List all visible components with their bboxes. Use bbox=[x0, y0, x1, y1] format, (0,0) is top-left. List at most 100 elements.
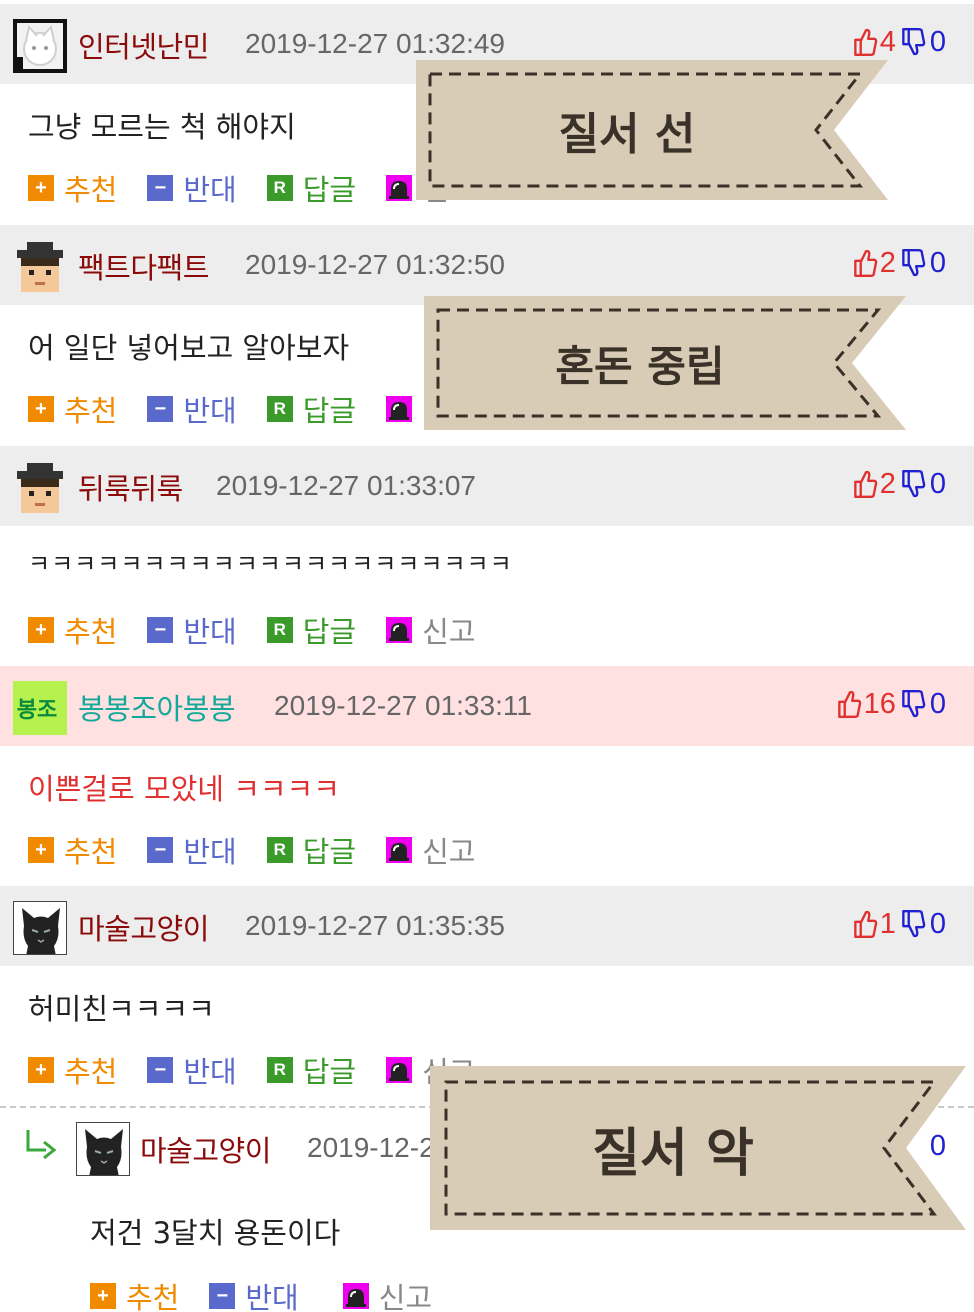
reply-r-icon: R bbox=[266, 837, 293, 863]
oppose-label: 반대 bbox=[183, 394, 237, 428]
comment-text: 저건 3달치 용돈이다 bbox=[90, 1216, 341, 1250]
siren-icon bbox=[386, 1057, 412, 1083]
minus-icon: − bbox=[147, 175, 174, 201]
oppose-button[interactable]: − 반대 bbox=[209, 1275, 299, 1312]
oppose-button[interactable]: − 반대 bbox=[147, 829, 237, 871]
alignment-banner: 질서 악 bbox=[430, 1066, 966, 1230]
alignment-banner: 혼돈 중립 bbox=[424, 296, 906, 430]
comment-date: 2019-12-27 01:32:49 bbox=[245, 28, 505, 59]
reply-r-icon: R bbox=[266, 1057, 293, 1083]
thumbs-up-icon[interactable] bbox=[852, 469, 878, 499]
report-button[interactable]: 신고 bbox=[386, 609, 476, 651]
reply-label: 답글 bbox=[302, 394, 357, 428]
minus-icon: − bbox=[147, 1057, 174, 1083]
thumbs-up-icon[interactable] bbox=[852, 248, 878, 278]
comment-text: 어 일단 넣어보고 알아보자 bbox=[28, 331, 350, 365]
reply-button[interactable]: R 답글 bbox=[266, 388, 357, 430]
reply-r-icon: R bbox=[266, 617, 293, 643]
reply-button[interactable]: R 답글 bbox=[266, 167, 356, 209]
comment-date: 2019-12-2 bbox=[307, 1132, 435, 1163]
report-label: 신고 bbox=[422, 615, 476, 649]
avatar[interactable] bbox=[13, 901, 67, 955]
reply-button[interactable]: R 답글 bbox=[266, 1049, 357, 1091]
oppose-button[interactable]: − 반대 bbox=[147, 167, 237, 209]
reply-button[interactable]: R 답글 bbox=[266, 829, 356, 871]
recommend-button[interactable]: + 추천 bbox=[28, 1049, 117, 1091]
thumbs-up-icon[interactable] bbox=[836, 689, 862, 719]
recommend-button[interactable]: + 추천 bbox=[28, 388, 117, 430]
comment-header: 마술고양이 2019-12-27 01:35:35 1 0 bbox=[0, 886, 974, 966]
plus-icon: + bbox=[28, 1057, 54, 1083]
vote-counts: 16 0 bbox=[836, 684, 946, 724]
plus-icon: + bbox=[28, 617, 54, 643]
down-count: 0 bbox=[929, 246, 946, 279]
alignment-banner: 질서 선 bbox=[416, 60, 888, 200]
oppose-button[interactable]: − 반대 bbox=[147, 388, 237, 430]
comment-header: 뒤룩뒤룩 2019-12-27 01:33:07 2 0 bbox=[0, 446, 974, 526]
banner-label: 혼돈 중립 bbox=[555, 341, 725, 391]
nickname[interactable]: 마술고양이 bbox=[78, 906, 209, 948]
comment-text: ㅋㅋㅋㅋㅋㅋㅋㅋㅋㅋㅋㅋㅋㅋㅋㅋㅋㅋㅋㅋㅋ bbox=[28, 550, 513, 578]
siren-icon bbox=[386, 175, 412, 201]
recommend-label: 추천 bbox=[64, 173, 118, 207]
avatar[interactable] bbox=[76, 1122, 130, 1176]
recommend-button[interactable]: + 추천 bbox=[28, 829, 117, 871]
thumbs-down-icon[interactable] bbox=[900, 469, 926, 499]
siren-icon bbox=[386, 837, 412, 863]
nickname[interactable]: 팩트다팩트 bbox=[78, 245, 209, 287]
reply-label: 답글 bbox=[302, 615, 357, 649]
nickname[interactable]: 마술고양이 bbox=[140, 1128, 271, 1170]
avatar[interactable] bbox=[13, 19, 67, 73]
siren-icon bbox=[386, 396, 412, 422]
comment-header: 팩트다팩트 2019-12-27 01:32:50 2 0 bbox=[0, 225, 974, 305]
report-button[interactable]: 신고 bbox=[386, 829, 476, 871]
oppose-label: 반대 bbox=[183, 1055, 237, 1089]
report-button[interactable]: 신고 bbox=[343, 1275, 432, 1312]
recommend-button[interactable]: + 추천 bbox=[90, 1275, 179, 1312]
recommend-button[interactable]: + 추천 bbox=[28, 167, 117, 209]
up-count: 16 bbox=[863, 687, 896, 720]
nickname[interactable]: 인터넷난민 bbox=[78, 24, 209, 66]
down-count: 0 bbox=[929, 907, 946, 940]
avatar[interactable] bbox=[13, 461, 67, 515]
vote-counts: 2 0 bbox=[852, 243, 946, 283]
thumbs-up-icon[interactable] bbox=[852, 909, 878, 939]
avatar[interactable] bbox=[13, 240, 67, 294]
minus-icon: − bbox=[209, 1283, 236, 1309]
down-count: 0 bbox=[929, 25, 946, 58]
vote-counts: 1 0 bbox=[852, 904, 946, 944]
report-label: 신고 bbox=[422, 835, 476, 869]
minus-icon: − bbox=[147, 837, 174, 863]
recommend-label: 추천 bbox=[64, 615, 118, 649]
comment-text: 그냥 모르는 척 해야지 bbox=[28, 110, 296, 144]
comment-header: 봉조 봉봉조아봉봉 2019-12-27 01:33:11 16 0 bbox=[0, 666, 974, 746]
oppose-label: 반대 bbox=[183, 615, 237, 649]
nickname[interactable]: 봉봉조아봉봉 bbox=[78, 686, 236, 728]
comment-actions: + 추천 −반대 R 답글 신고 bbox=[28, 610, 506, 650]
up-count: 4 bbox=[879, 25, 896, 58]
comment-date: 2019-12-27 01:32:50 bbox=[245, 249, 505, 280]
plus-icon: + bbox=[28, 837, 54, 863]
thumbs-down-icon[interactable] bbox=[900, 909, 926, 939]
comment-actions: + 추천 − 반대 신고 bbox=[90, 1276, 462, 1312]
reply-r-icon: R bbox=[266, 175, 293, 201]
down-count: 0 bbox=[929, 687, 946, 720]
thumbs-down-icon[interactable] bbox=[900, 248, 926, 278]
reply-button[interactable]: R 답글 bbox=[266, 609, 357, 651]
comment-date: 2019-12-27 01:33:07 bbox=[216, 470, 476, 501]
siren-icon bbox=[343, 1283, 369, 1309]
thumbs-down-icon[interactable] bbox=[900, 689, 926, 719]
down-count: 0 bbox=[929, 467, 946, 500]
reply-label: 답글 bbox=[302, 1055, 357, 1089]
thumbs-down-icon[interactable] bbox=[900, 27, 926, 57]
nickname[interactable]: 뒤룩뒤룩 bbox=[78, 466, 183, 508]
recommend-label: 추천 bbox=[126, 1281, 180, 1312]
oppose-button[interactable]: − 반대 bbox=[147, 609, 237, 651]
oppose-button[interactable]: − 반대 bbox=[147, 1049, 237, 1091]
recommend-button[interactable]: + 추천 bbox=[28, 609, 117, 651]
recommend-label: 추천 bbox=[64, 835, 118, 869]
avatar[interactable]: 봉조 bbox=[13, 681, 67, 735]
thumbs-up-icon[interactable] bbox=[852, 27, 878, 57]
banner-label: 질서 악 bbox=[592, 1123, 754, 1184]
oppose-label: 반대 bbox=[245, 1281, 299, 1312]
